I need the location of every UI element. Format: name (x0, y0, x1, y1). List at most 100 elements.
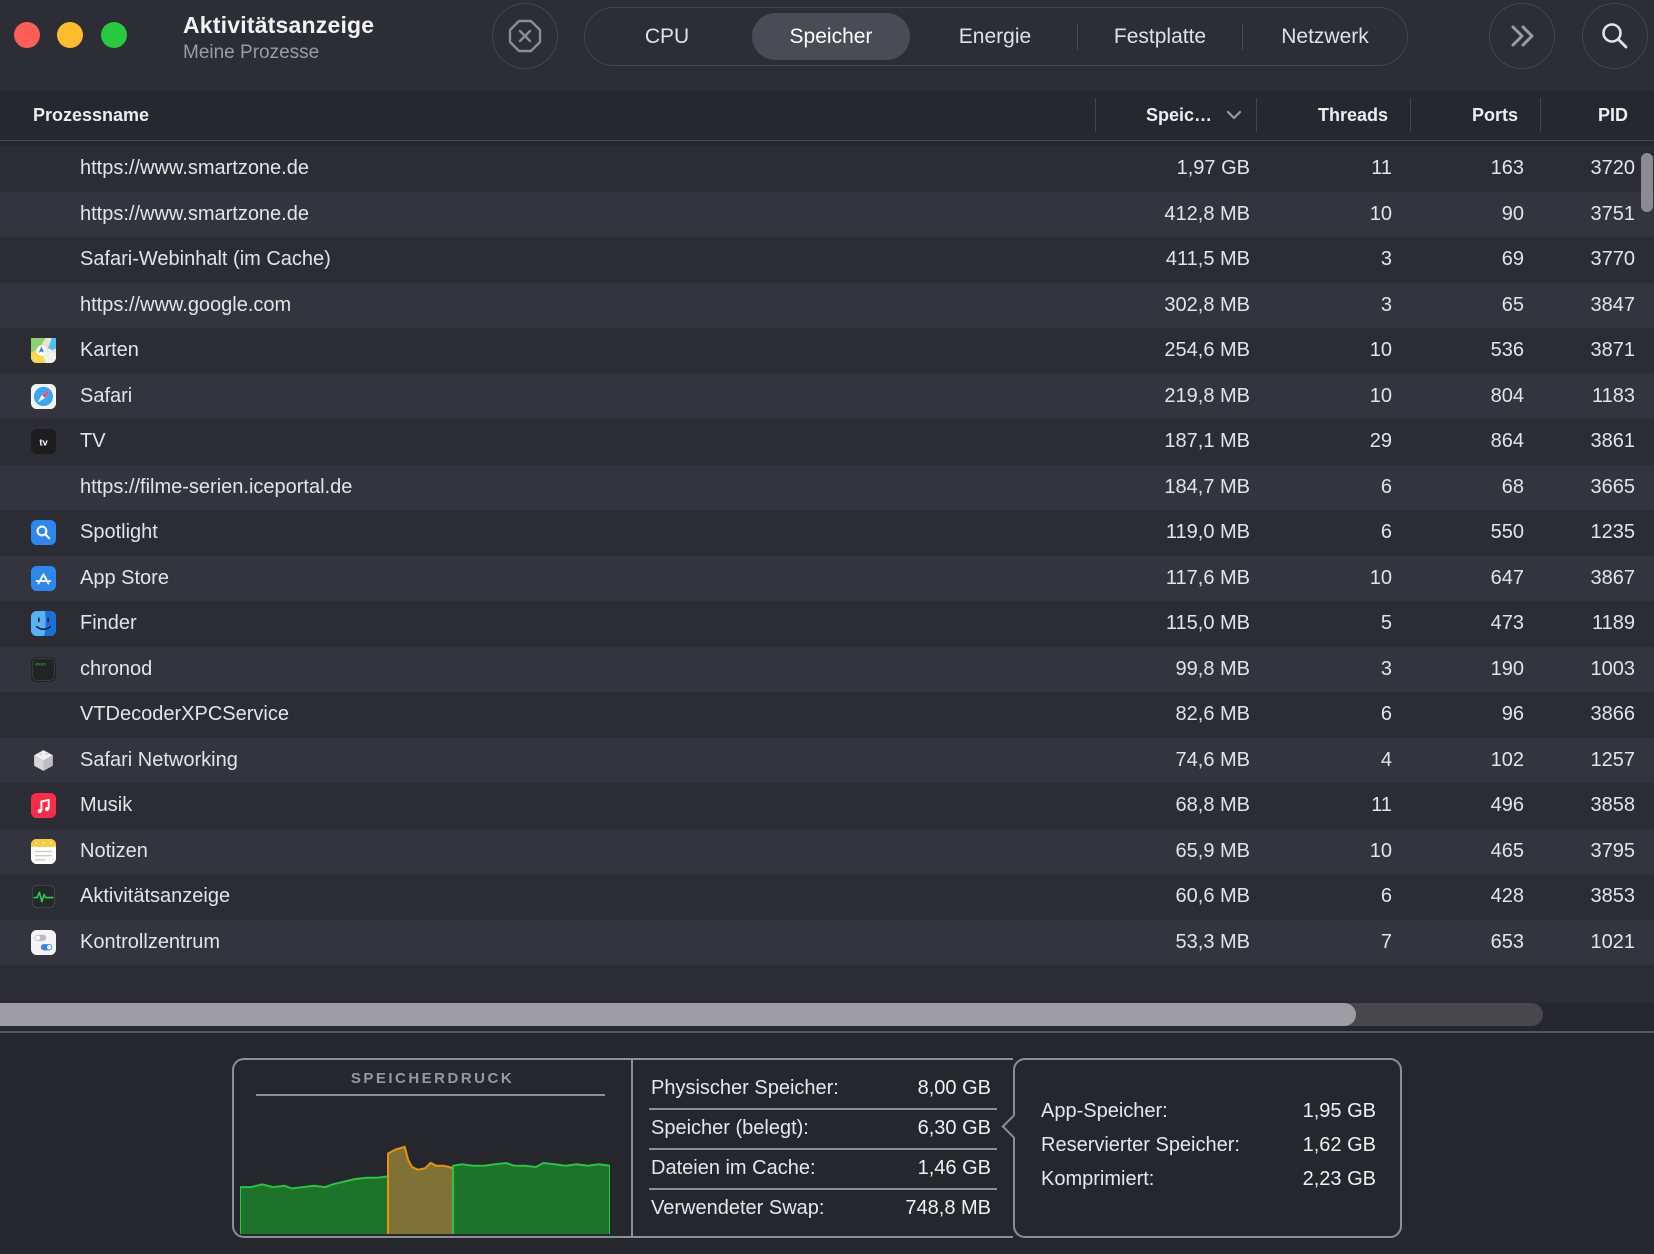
column-header-threads[interactable]: Threads (1256, 90, 1388, 140)
table-row[interactable]: Notizen65,9 MB104653795 (0, 829, 1654, 875)
stat-label: Reservierter Speicher: (1041, 1134, 1240, 1157)
toolbar-overflow-button[interactable] (1489, 3, 1555, 69)
memory-value: 117,6 MB (1095, 567, 1250, 590)
table-row[interactable]: Kontrollzentrum53,3 MB76531021 (0, 920, 1654, 966)
horizontal-scrollbar-thumb[interactable] (0, 1003, 1356, 1026)
tab-speicher[interactable]: Speicher (749, 8, 913, 65)
table-row[interactable]: Safari Networking74,6 MB41021257 (0, 738, 1654, 784)
memory-value: 115,0 MB (1095, 612, 1250, 635)
threads-value: 3 (1256, 294, 1392, 317)
memory-pressure-chart (240, 1100, 610, 1234)
title-underline (256, 1094, 605, 1096)
stat-label: App-Speicher: (1041, 1100, 1168, 1123)
process-name: https://filme-serien.iceportal.de (80, 476, 352, 499)
search-button[interactable] (1582, 3, 1648, 69)
pid-value: 3847 (1540, 294, 1635, 317)
pid-value: 3871 (1540, 339, 1635, 362)
table-row[interactable]: Safari-Webinhalt (im Cache)411,5 MB36937… (0, 237, 1654, 283)
pid-value: 3795 (1540, 840, 1635, 863)
stat-row: App-Speicher:1,95 GB (1041, 1094, 1376, 1128)
table-row[interactable]: Safari219,8 MB108041183 (0, 374, 1654, 420)
window-close-button[interactable] (14, 22, 40, 48)
stat-row: Physischer Speicher:8,00 GB (651, 1068, 991, 1108)
vertical-scrollbar-thumb[interactable] (1641, 153, 1653, 212)
musik-app-icon (31, 793, 56, 818)
table-row[interactable]: VTDecoderXPCService82,6 MB6963866 (0, 692, 1654, 738)
finder-app-icon (31, 611, 56, 636)
stat-row: Komprimiert: 2,23 GB (1041, 1162, 1376, 1196)
process-name: https://www.smartzone.de (80, 157, 309, 180)
pid-value: 3867 (1540, 567, 1635, 590)
memory-value: 219,8 MB (1095, 385, 1250, 408)
threads-value: 10 (1256, 567, 1392, 590)
stat-row: Reservierter Speicher:1,62 GB (1041, 1128, 1376, 1162)
column-header-speicher[interactable]: Speic… (1095, 90, 1242, 140)
tab-netzwerk[interactable]: Netzwerk (1243, 8, 1407, 65)
column-header-ports[interactable]: Ports (1410, 90, 1518, 140)
ports-value: 163 (1410, 157, 1524, 180)
memory-value: 302,8 MB (1095, 294, 1250, 317)
memory-value: 412,8 MB (1095, 203, 1250, 226)
kontrollzentrum-app-icon (31, 930, 56, 955)
tab-energie[interactable]: Energie (913, 8, 1077, 65)
table-row[interactable]: App Store117,6 MB106473867 (0, 556, 1654, 602)
aktivitaet-app-icon (31, 884, 56, 909)
stat-row: Dateien im Cache:1,46 GB (651, 1148, 991, 1188)
stat-value: 1,46 GB (918, 1157, 991, 1180)
app-memory-stats-box: App-Speicher:1,95 GBReservierter Speiche… (1013, 1058, 1402, 1238)
stat-value: 2,23 GB (1303, 1168, 1376, 1191)
table-row[interactable]: https://www.smartzone.de1,97 GB111633720 (0, 146, 1654, 192)
horizontal-scrollbar-track[interactable] (0, 1003, 1543, 1026)
threads-value: 7 (1256, 931, 1392, 954)
threads-value: 3 (1256, 248, 1392, 271)
window-zoom-button[interactable] (101, 22, 127, 48)
table-row[interactable]: Karten254,6 MB105363871 (0, 328, 1654, 374)
table-row[interactable]: Finder115,0 MB54731189 (0, 601, 1654, 647)
process-name: Notizen (80, 840, 148, 863)
threads-value: 6 (1256, 885, 1392, 908)
column-header-prozessname[interactable]: Prozessname (33, 90, 149, 140)
memory-stats-box: Physischer Speicher:8,00 GB Speicher (bel… (631, 1058, 1013, 1238)
ports-value: 90 (1410, 203, 1524, 226)
window-minimize-button[interactable] (57, 22, 83, 48)
tab-cpu[interactable]: CPU (585, 8, 749, 65)
table-row[interactable]: https://www.google.com 302,8 MB 3 65 3847 (0, 283, 1654, 329)
pid-value: 3858 (1540, 794, 1635, 817)
table-row[interactable]: TV187,1 MB298643861 (0, 419, 1654, 465)
stat-label: Komprimiert: (1041, 1168, 1154, 1191)
memory-value: 74,6 MB (1095, 749, 1250, 772)
memory-value: 184,7 MB (1095, 476, 1250, 499)
table-row[interactable]: Musik68,8 MB114963858 (0, 783, 1654, 829)
ports-value: 68 (1410, 476, 1524, 499)
table-row-partial (0, 965, 1654, 1003)
karten-app-icon (31, 338, 56, 363)
memory-value: 65,9 MB (1095, 840, 1250, 863)
stat-label: Speicher (belegt): (651, 1117, 809, 1140)
column-header-pid[interactable]: PID (1540, 90, 1628, 140)
table-row[interactable]: chronod99,8 MB31901003 (0, 647, 1654, 693)
table-row[interactable]: Aktivitätsanzeige60,6 MB64283853 (0, 874, 1654, 920)
ports-value: 69 (1410, 248, 1524, 271)
tab-festplatte[interactable]: Festplatte (1078, 8, 1242, 65)
ports-value: 536 (1410, 339, 1524, 362)
threads-value: 6 (1256, 703, 1392, 726)
table-row[interactable]: https://www.smartzone.de412,8 MB10903751 (0, 192, 1654, 238)
ports-value: 804 (1410, 385, 1524, 408)
pid-value: 1257 (1540, 749, 1635, 772)
process-name: Musik (80, 794, 132, 817)
chevron-down-icon (1226, 110, 1242, 120)
search-icon (1598, 19, 1632, 53)
page-title: Aktivitätsanzeige (183, 12, 374, 39)
table-row[interactable]: Spotlight119,0 MB65501235 (0, 510, 1654, 556)
table-row[interactable]: https://filme-serien.iceportal.de 184,7 M… (0, 465, 1654, 511)
ports-value: 65 (1410, 294, 1524, 317)
stat-label: Physischer Speicher: (651, 1077, 839, 1100)
memory-pressure-title: SPEICHERDRUCK (234, 1070, 631, 1087)
ports-value: 864 (1410, 430, 1524, 453)
view-segmented-control: CPU Speicher Energie Festplatte Netzwerk (584, 7, 1408, 66)
process-name: Spotlight (80, 521, 158, 544)
process-name: https://www.google.com (80, 294, 291, 317)
quit-process-button[interactable] (492, 3, 558, 69)
notizen-app-icon (31, 839, 56, 864)
ports-value: 102 (1410, 749, 1524, 772)
